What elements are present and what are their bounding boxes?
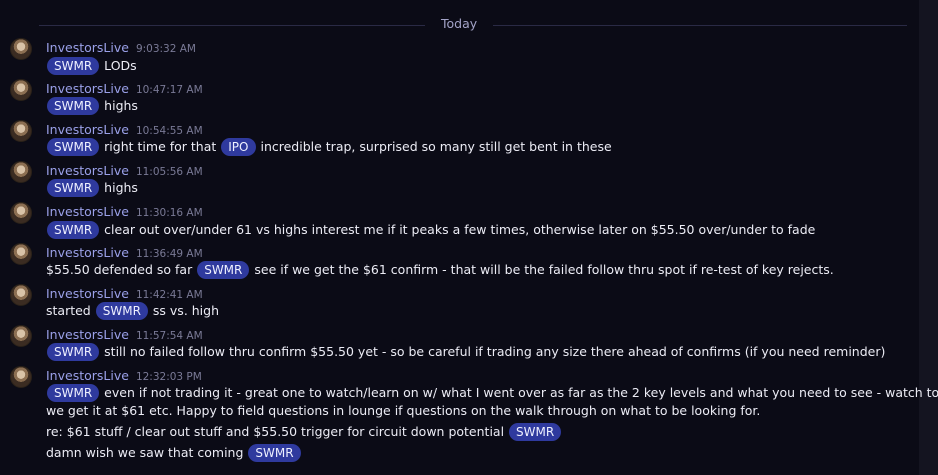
message-text: re: $61 stuff / clear out stuff and $55.… bbox=[46, 422, 562, 442]
text: LODs bbox=[104, 58, 137, 73]
message-text: $55.50 defended so far SWMR see if we ge… bbox=[46, 260, 834, 280]
author-name[interactable]: InvestorsLive bbox=[46, 286, 129, 301]
text: clear out over/under 61 vs highs interes… bbox=[104, 222, 816, 237]
text: see if we get the $61 confirm - that wil… bbox=[254, 262, 834, 277]
text: re: $61 stuff / clear out stuff and $55.… bbox=[46, 424, 505, 439]
author-name[interactable]: InvestorsLive bbox=[46, 81, 129, 96]
timestamp: 11:05:56 AM bbox=[135, 166, 203, 178]
author-name[interactable]: InvestorsLive bbox=[46, 122, 129, 137]
text: highs bbox=[104, 180, 138, 195]
text: highs bbox=[104, 98, 138, 113]
author-name[interactable]: InvestorsLive bbox=[46, 327, 129, 342]
message-header: InvestorsLive 10:47:17 AM bbox=[46, 80, 203, 96]
message-header: InvestorsLive 11:05:56 AM bbox=[46, 162, 203, 178]
text: still no failed follow thru confirm $55.… bbox=[104, 344, 886, 359]
avatar[interactable] bbox=[10, 79, 32, 101]
message-text: SWMR LODs bbox=[46, 56, 137, 76]
timestamp: 11:57:54 AM bbox=[135, 330, 203, 342]
message-text: SWMR even if not trading it - great one … bbox=[46, 383, 938, 403]
author-name[interactable]: InvestorsLive bbox=[46, 40, 129, 55]
author-name[interactable]: InvestorsLive bbox=[46, 163, 129, 178]
ticker-tag[interactable]: SWMR bbox=[47, 97, 100, 115]
timestamp: 11:30:16 AM bbox=[135, 207, 203, 219]
text: incredible trap, surprised so many still… bbox=[260, 139, 612, 154]
avatar[interactable] bbox=[10, 366, 32, 388]
ticker-tag[interactable]: SWMR bbox=[509, 423, 562, 441]
message-header: InvestorsLive 11:36:49 AM bbox=[46, 244, 203, 260]
avatar[interactable] bbox=[10, 120, 32, 142]
ticker-tag[interactable]: IPO bbox=[221, 138, 256, 156]
avatar[interactable] bbox=[10, 243, 32, 265]
message-text: SWMR right time for that IPO incredible … bbox=[46, 137, 612, 157]
message-text: damn wish we saw that coming SWMR bbox=[46, 443, 302, 463]
message-text: SWMR clear out over/under 61 vs highs in… bbox=[46, 220, 815, 240]
text: even if not trading it - great one to wa… bbox=[104, 385, 938, 400]
message-text: started SWMR ss vs. high bbox=[46, 301, 219, 321]
message-header: InvestorsLive 11:57:54 AM bbox=[46, 326, 203, 342]
message-header: InvestorsLive 11:42:41 AM bbox=[46, 285, 203, 301]
avatar[interactable] bbox=[10, 161, 32, 183]
timestamp: 10:47:17 AM bbox=[135, 84, 203, 96]
message-header: InvestorsLive 10:54:55 AM bbox=[46, 121, 203, 137]
avatar[interactable] bbox=[10, 284, 32, 306]
text: damn wish we saw that coming bbox=[46, 445, 244, 460]
timestamp: 9:03:32 AM bbox=[135, 43, 196, 55]
ticker-tag[interactable]: SWMR bbox=[47, 138, 100, 156]
message-text: SWMR highs bbox=[46, 178, 138, 198]
text: $55.50 defended so far bbox=[46, 262, 193, 277]
ticker-tag[interactable]: SWMR bbox=[47, 57, 100, 75]
ticker-tag[interactable]: SWMR bbox=[47, 221, 100, 239]
message-header: InvestorsLive 9:03:32 AM bbox=[46, 39, 196, 55]
date-divider-label: Today bbox=[425, 15, 494, 33]
avatar[interactable] bbox=[10, 202, 32, 224]
author-name[interactable]: InvestorsLive bbox=[46, 245, 129, 260]
ticker-tag[interactable]: SWMR bbox=[47, 179, 100, 197]
author-name[interactable]: InvestorsLive bbox=[46, 204, 129, 219]
text: right time for that bbox=[104, 139, 217, 154]
ticker-tag[interactable]: SWMR bbox=[47, 343, 100, 361]
author-name[interactable]: InvestorsLive bbox=[46, 368, 129, 383]
message-header: InvestorsLive 11:30:16 AM bbox=[46, 203, 203, 219]
text: ss vs. high bbox=[152, 303, 220, 318]
text: started bbox=[46, 303, 91, 318]
scrollbar[interactable] bbox=[919, 0, 938, 475]
ticker-tag[interactable]: SWMR bbox=[248, 444, 301, 462]
message-text: we get it at $61 etc. Happy to field que… bbox=[46, 401, 760, 421]
message-text: SWMR still no failed follow thru confirm… bbox=[46, 342, 885, 362]
message-text: SWMR highs bbox=[46, 96, 138, 116]
timestamp: 11:36:49 AM bbox=[135, 248, 203, 260]
avatar[interactable] bbox=[10, 325, 32, 347]
ticker-tag[interactable]: SWMR bbox=[95, 302, 148, 320]
message-header: InvestorsLive 12:32:03 PM bbox=[46, 367, 202, 383]
text: we get it at $61 etc. Happy to field que… bbox=[46, 403, 761, 418]
timestamp: 10:54:55 AM bbox=[135, 125, 203, 137]
ticker-tag[interactable]: SWMR bbox=[47, 384, 100, 402]
timestamp: 12:32:03 PM bbox=[135, 371, 202, 383]
avatar[interactable] bbox=[10, 38, 32, 60]
timestamp: 11:42:41 AM bbox=[135, 289, 203, 301]
ticker-tag[interactable]: SWMR bbox=[197, 261, 250, 279]
